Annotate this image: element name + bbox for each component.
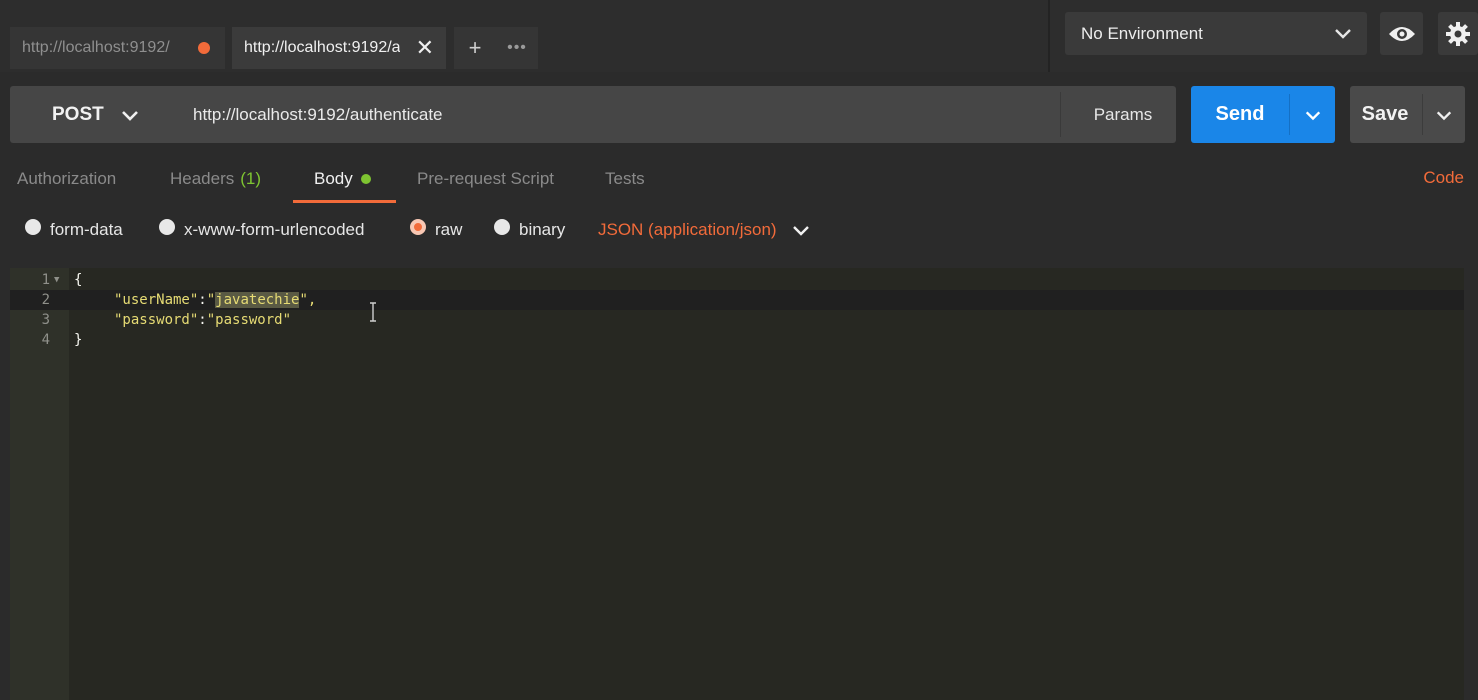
line-number: 3 (41, 312, 50, 328)
url-bar: POST Params (10, 86, 1176, 143)
radio-circle-icon (159, 219, 175, 235)
environment-quick-look-button[interactable] (1380, 12, 1423, 55)
divider (1060, 92, 1061, 137)
save-options-button[interactable] (1423, 86, 1465, 143)
tab-tests[interactable]: Tests (605, 156, 645, 202)
json-colon: : (198, 292, 207, 308)
radio-binary[interactable]: binary (494, 210, 565, 250)
url-input[interactable] (185, 96, 1055, 133)
tab-pre-request-script[interactable]: Pre-request Script (417, 156, 554, 202)
code-link[interactable]: Code (1423, 168, 1464, 188)
code-text: } (74, 332, 83, 348)
json-quote-comma: ", (299, 292, 317, 308)
code-text: "userName":"javatechie", (114, 290, 316, 310)
chevron-down-icon (792, 226, 809, 236)
tab-label: Body (314, 169, 353, 188)
chevron-down-icon (1305, 110, 1320, 120)
radio-circle-icon (494, 219, 510, 235)
settings-button[interactable] (1438, 12, 1478, 55)
json-quote: " (206, 292, 216, 308)
text-cursor-icon (370, 302, 376, 322)
headers-count-badge: (1) (240, 169, 262, 188)
json-key: "password" (114, 312, 199, 328)
radio-raw[interactable]: raw (410, 210, 462, 250)
radio-selected-icon (410, 219, 426, 235)
chevron-down-icon (1436, 110, 1452, 120)
divider (1048, 0, 1050, 72)
send-button-group: Send (1191, 86, 1335, 143)
json-colon: : (198, 312, 207, 328)
request-tab-title: http://localhost:9192/ (22, 39, 170, 56)
tab-label: Headers (170, 169, 235, 188)
json-key: "userName" (114, 292, 199, 308)
tab-label: Authorization (17, 169, 117, 188)
save-button[interactable]: Save (1350, 86, 1420, 143)
request-tab-1[interactable]: http://localhost:9192/ (10, 27, 225, 69)
eye-icon (1388, 26, 1415, 41)
request-tabs: Authorization Headers (1) Body Pre-reque… (0, 156, 1478, 204)
editor-line: 3 "password":"password" (10, 310, 1464, 330)
line-number: 1 (41, 272, 50, 288)
chevron-down-icon (121, 110, 138, 121)
body-editor[interactable]: 1 ▼ { 2 "userName":"javatechie", 3 "pass… (10, 268, 1464, 700)
environment-label: No Environment (1081, 23, 1203, 43)
editor-line: 4 } (10, 330, 1464, 350)
tab-label: Tests (605, 169, 645, 188)
editor-line: 2 "userName":"javatechie", (10, 290, 1464, 310)
radio-circle-icon (25, 219, 41, 235)
request-tab-2[interactable]: http://localhost:9192/authenticate ✕ (232, 27, 446, 69)
method-select[interactable]: POST (10, 86, 168, 143)
code-text: "password":"password" (114, 310, 291, 330)
code-text: { (74, 272, 83, 288)
tab-bar: http://localhost:9192/ http://localhost:… (0, 0, 1478, 72)
params-button[interactable]: Params (1070, 86, 1176, 143)
radio-x-www-form-urlencoded[interactable]: x-www-form-urlencoded (159, 210, 364, 250)
line-number: 4 (41, 332, 50, 348)
line-number: 2 (41, 292, 50, 308)
chevron-down-icon (1335, 29, 1351, 39)
radio-label: form-data (50, 220, 123, 239)
json-value: "password" (206, 312, 292, 328)
tab-body[interactable]: Body (314, 156, 371, 202)
gear-icon (1446, 21, 1470, 46)
method-label: POST (52, 103, 104, 125)
request-tab-title: http://localhost:9192/authenticate (244, 39, 400, 56)
radio-label: x-www-form-urlencoded (184, 220, 365, 239)
json-value-selected: javatechie (215, 292, 300, 308)
content-type-select[interactable]: JSON (application/json) (598, 220, 811, 240)
body-type-selector: form-data x-www-form-urlencoded raw bina… (0, 210, 1478, 256)
editor-line: 1 ▼ { (10, 270, 1464, 290)
send-button[interactable]: Send (1191, 86, 1289, 143)
tab-headers[interactable]: Headers (1) (170, 156, 261, 202)
send-options-button[interactable] (1290, 86, 1335, 143)
new-tab-button[interactable]: + (454, 35, 496, 61)
tab-authorization[interactable]: Authorization (17, 156, 116, 202)
radio-form-data[interactable]: form-data (25, 210, 123, 250)
editor-scrollbar[interactable] (1464, 268, 1478, 700)
radio-label: binary (519, 220, 566, 239)
body-status-dot-icon (360, 174, 371, 184)
radio-label: raw (435, 220, 463, 239)
tab-label: Pre-request Script (417, 169, 554, 188)
content-type-label: JSON (application/json) (598, 220, 777, 239)
tab-actions: + ••• (454, 27, 538, 69)
fold-arrow-icon[interactable]: ▼ (54, 270, 59, 290)
close-icon[interactable]: ✕ (416, 37, 434, 59)
more-tabs-button[interactable]: ••• (496, 39, 538, 57)
environment-select[interactable]: No Environment (1065, 12, 1367, 55)
unsaved-dot-icon (198, 42, 210, 54)
active-tab-indicator (293, 200, 396, 203)
save-button-group: Save (1350, 86, 1465, 143)
